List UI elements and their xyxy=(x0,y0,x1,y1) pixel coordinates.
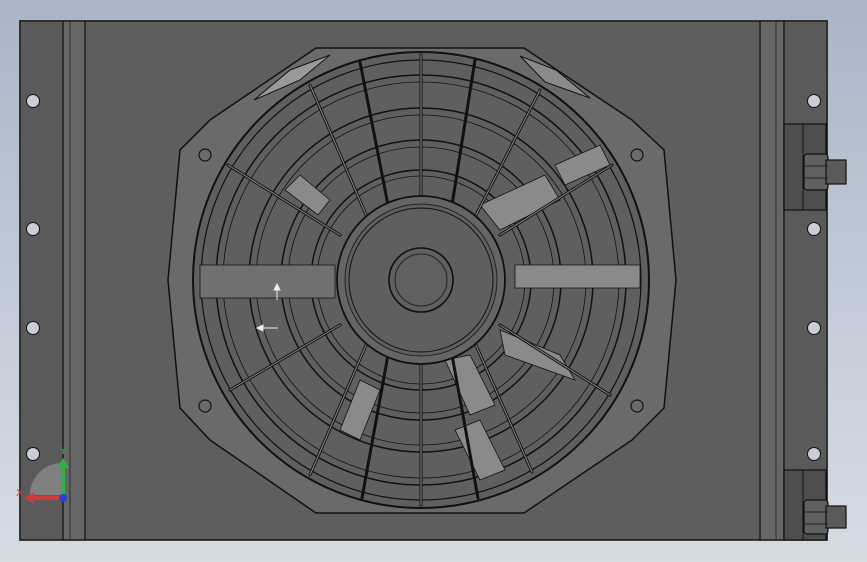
fan-motor-hub xyxy=(336,195,506,365)
inlet-fitting xyxy=(803,153,847,191)
shroud-mount-hole xyxy=(198,399,212,413)
mount-hole xyxy=(807,321,821,335)
mount-hole xyxy=(807,447,821,461)
mount-hole xyxy=(26,447,40,461)
shroud-mount-hole xyxy=(630,148,644,162)
mount-hole xyxy=(26,321,40,335)
x-axis-label: X xyxy=(16,488,23,499)
y-axis-label: Y xyxy=(59,446,67,457)
outlet-fitting xyxy=(803,499,847,535)
mount-hole xyxy=(26,222,40,236)
shroud-mount-hole xyxy=(198,148,212,162)
mount-hole xyxy=(807,94,821,108)
left-frame-rail xyxy=(62,20,86,541)
motor-shaft-cap xyxy=(388,247,454,313)
z-axis-dot xyxy=(59,494,67,502)
cad-graphics-viewport[interactable]: Y X xyxy=(0,0,867,562)
right-frame-rail xyxy=(759,20,785,541)
mount-hole xyxy=(807,222,821,236)
shroud-mount-hole xyxy=(630,399,644,413)
mount-hole xyxy=(26,94,40,108)
